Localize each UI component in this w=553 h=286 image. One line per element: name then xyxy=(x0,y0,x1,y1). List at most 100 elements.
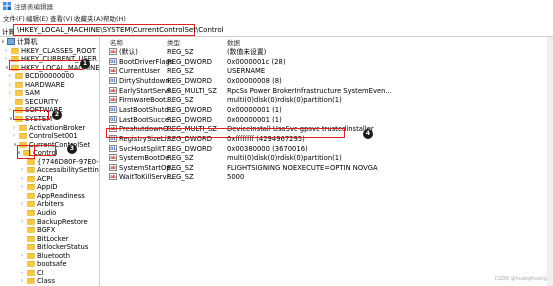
value-type: REG_SZ xyxy=(167,173,194,182)
value-type: REG_DWORD xyxy=(167,105,212,114)
highlight-hklm xyxy=(9,60,83,70)
binary-value-icon: 01 xyxy=(109,105,117,113)
value-data: USERNAME xyxy=(227,67,266,76)
step-badge-4: 4 xyxy=(363,129,373,139)
folder-icon xyxy=(15,73,23,80)
value-type: REG_DWORD xyxy=(167,115,212,124)
folder-icon xyxy=(19,124,27,131)
string-value-icon: ab xyxy=(109,173,117,181)
string-value-icon: ab xyxy=(109,48,117,55)
value-data: 5000 xyxy=(227,173,245,182)
menu-file[interactable]: 文件(F) xyxy=(3,13,25,23)
string-value-icon: ab xyxy=(109,96,117,104)
string-value-icon: ab xyxy=(109,86,117,94)
folder-icon xyxy=(27,158,35,165)
value-data: 0x00000001 (1) xyxy=(227,105,282,114)
folder-icon xyxy=(11,47,19,54)
folder-icon xyxy=(27,201,35,208)
binary-value-icon: 01 xyxy=(109,115,117,123)
value-type: REG_SZ xyxy=(167,67,194,76)
values-scrollbar[interactable] xyxy=(547,37,553,286)
menu-edit[interactable]: 编辑(E) xyxy=(26,13,48,23)
folder-icon xyxy=(27,235,35,242)
step-badge-3: 3 xyxy=(67,144,77,154)
address-input[interactable]: \HKEY_LOCAL_MACHINE\SYSTEM\CurrentContro… xyxy=(13,24,224,36)
address-bar: 计算机 \HKEY_LOCAL_MACHINE\SYSTEM\CurrentCo… xyxy=(0,23,553,37)
value-type: REG_SZ xyxy=(167,48,194,56)
string-value-icon: ab xyxy=(109,67,117,75)
binary-value-icon: 01 xyxy=(109,76,117,84)
computer-icon xyxy=(7,38,15,45)
value-row[interactable]: ab SystemBootDe... REG_SZ multi(0)disk(0)rd… xyxy=(106,153,553,163)
folder-icon xyxy=(27,184,35,191)
window-title: 注册表编辑器 xyxy=(14,3,53,11)
step-badge-1: 1 xyxy=(80,59,90,69)
folder-icon xyxy=(27,261,35,268)
tree-item[interactable]: › Class xyxy=(0,276,99,286)
folder-icon xyxy=(27,278,35,285)
value-type: REG_SZ xyxy=(167,154,194,163)
title-bar: 注册表编辑器 xyxy=(0,0,553,12)
value-row[interactable]: ab (默认) REG_SZ (数值未设置) xyxy=(106,47,553,57)
menu-help[interactable]: 帮助(H) xyxy=(103,13,126,23)
value-type: REG_MULTI_SZ xyxy=(167,86,217,95)
column-header-type[interactable]: 类型 xyxy=(167,37,180,47)
value-row[interactable]: ab EarlyStartServi... REG_MULTI_SZ RpcSs Po… xyxy=(106,86,553,96)
folder-icon xyxy=(27,252,35,259)
value-data: RpcSs Power BrokerInfrastructure SystemE… xyxy=(227,86,392,95)
value-data: FLIGHTSIGNING NOEXECUTE=OPTIN NOVGA xyxy=(227,163,378,172)
folder-icon xyxy=(27,269,35,276)
highlight-registrysizelimit xyxy=(106,128,345,138)
value-type: REG_SZ xyxy=(167,163,194,172)
value-row[interactable]: 01 SvcHostSplitT... REG_DWORD 0x00380000 (3… xyxy=(106,144,553,154)
tree-item-label: Class xyxy=(37,277,55,286)
value-data: multi(0)disk(0)rdisk(0)partition(1) xyxy=(227,154,342,163)
menu-view[interactable]: 查看(V) xyxy=(50,13,73,23)
value-row[interactable]: ab CurrentUser REG_SZ USERNAME xyxy=(106,66,553,76)
value-type: REG_SZ xyxy=(167,96,194,105)
binary-value-icon: 01 xyxy=(109,57,117,65)
column-header-name[interactable]: 名称 xyxy=(110,37,123,47)
folder-icon xyxy=(27,175,35,182)
value-row[interactable]: 01 LastBootShutd... REG_DWORD 0x00000001 (1… xyxy=(106,105,553,115)
value-data: 0x00000008 (8) xyxy=(227,76,282,85)
binary-value-icon: 01 xyxy=(109,144,117,152)
value-type: REG_DWORD xyxy=(167,57,212,66)
watermark: CSDN @huanghuang xyxy=(494,276,547,282)
folder-icon xyxy=(27,192,35,199)
folder-icon xyxy=(27,210,35,216)
address-path[interactable]: \HKEY_LOCAL_MACHINE\SYSTEM\CurrentContro… xyxy=(17,26,224,34)
string-value-icon: ab xyxy=(109,163,117,171)
value-type: REG_DWORD xyxy=(167,76,212,85)
column-header-data[interactable]: 数据 xyxy=(227,37,240,47)
value-data: 0x0000001c (28) xyxy=(227,57,286,66)
folder-icon xyxy=(15,98,23,105)
string-value-icon: ab xyxy=(109,154,117,162)
folder-icon xyxy=(27,167,35,174)
value-row[interactable]: ab FirmwareBoot... REG_SZ multi(0)disk(0)rd… xyxy=(106,95,553,105)
value-data: 0x00000001 (1) xyxy=(227,115,282,124)
regedit-app-icon xyxy=(3,2,11,10)
value-data: 0x00380000 (3670016) xyxy=(227,144,308,153)
folder-icon xyxy=(27,218,35,225)
highlight-control xyxy=(29,145,56,156)
folder-icon xyxy=(15,90,23,97)
value-data: multi(0)disk(0)rdisk(0)partition(1) xyxy=(227,96,342,105)
step-badge-2: 2 xyxy=(52,110,62,120)
value-row[interactable]: 01 BootDriverFlags REG_DWORD 0x0000001c (28… xyxy=(106,57,553,67)
folder-icon xyxy=(15,81,23,88)
value-row[interactable]: ab WaitToKillServi... REG_SZ 5000 xyxy=(106,172,553,182)
value-row[interactable]: 01 DirtyShutdown... REG_DWORD 0x00000008 (8… xyxy=(106,76,553,86)
menu-bar: 文件(F) 编辑(E) 查看(V) 收藏夹(A) 帮助(H) xyxy=(0,12,553,23)
value-row[interactable]: ab SystemStartOp... REG_SZ FLIGHTSIGNING N… xyxy=(106,163,553,173)
value-row[interactable]: 01 LastBootSucce... REG_DWORD 0x00000001 (1… xyxy=(106,115,553,125)
value-data: (数值未设置) xyxy=(227,48,267,56)
menu-favorites[interactable]: 收藏夹(A) xyxy=(74,13,103,23)
folder-icon xyxy=(27,244,35,251)
key-tree-pane[interactable]: ∨ 计算机 › HKEY_CLASSES_ROOT › HKEY_CURRENT_USER… xyxy=(0,37,100,286)
value-type: REG_DWORD xyxy=(167,144,212,153)
folder-icon xyxy=(27,227,35,234)
highlight-system xyxy=(13,110,49,120)
values-pane[interactable]: 名称 类型 数据 ab (默认) REG_SZ (数值未设置) 01 BootDriver… xyxy=(106,37,553,286)
folder-icon xyxy=(19,133,27,140)
